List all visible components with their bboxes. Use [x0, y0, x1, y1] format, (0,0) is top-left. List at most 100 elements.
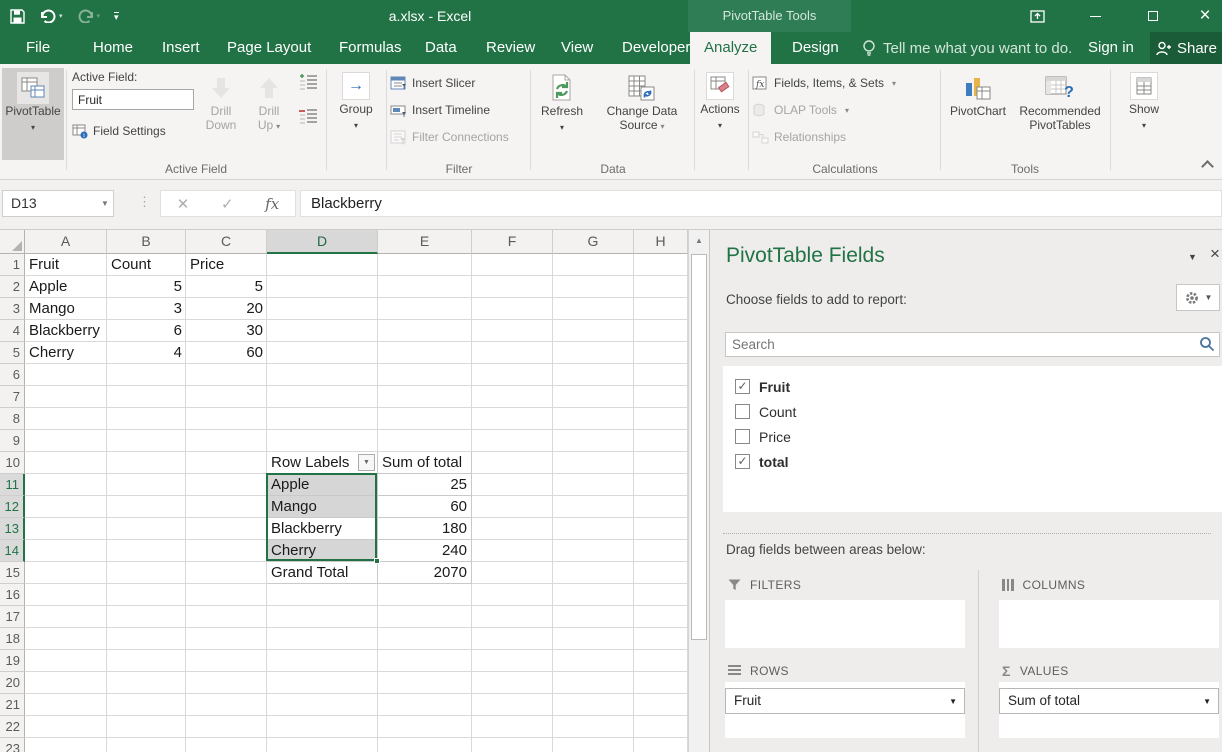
scroll-up-icon[interactable]: ▲	[689, 230, 709, 252]
row-header-13[interactable]: 13	[0, 518, 25, 540]
cell-c3[interactable]: 20	[186, 298, 267, 320]
field-item-fruit[interactable]: ✓Fruit	[723, 374, 1222, 399]
active-field-input[interactable]	[72, 89, 194, 110]
cell-d13[interactable]: Blackberry	[267, 518, 378, 540]
save-icon[interactable]	[10, 9, 25, 24]
cell-d15[interactable]: Grand Total	[267, 562, 378, 584]
column-header-a[interactable]: A	[25, 230, 107, 254]
field-item-count[interactable]: Count	[723, 399, 1222, 424]
pivottable-button[interactable]: PivotTable ▾	[2, 68, 64, 160]
undo-dropdown-icon[interactable]: ▾	[59, 12, 63, 20]
sign-in-button[interactable]: Sign in	[1088, 32, 1134, 64]
cell-c2[interactable]: 5	[186, 276, 267, 298]
column-header-c[interactable]: C	[186, 230, 267, 254]
row-header-21[interactable]: 21	[0, 694, 25, 716]
column-header-e[interactable]: E	[378, 230, 472, 254]
row-header-12[interactable]: 12	[0, 496, 25, 518]
cell-e12[interactable]: 60	[378, 496, 472, 518]
pill-dropdown-icon[interactable]: ▼	[949, 689, 957, 715]
tab-home[interactable]: Home	[79, 32, 147, 64]
row-header-1[interactable]: 1	[0, 254, 25, 276]
row-header-14[interactable]: 14	[0, 540, 25, 562]
checkbox-fruit[interactable]: ✓	[735, 379, 750, 394]
field-settings-button[interactable]: i Field Settings	[72, 120, 166, 142]
cell-e11[interactable]: 25	[378, 474, 472, 496]
cell-a5[interactable]: Cherry	[25, 342, 107, 364]
tab-insert[interactable]: Insert	[148, 32, 214, 64]
tab-design[interactable]: Design	[778, 32, 853, 64]
cell-a1[interactable]: Fruit	[25, 254, 107, 276]
cell-a3[interactable]: Mango	[25, 298, 107, 320]
collapse-ribbon-icon[interactable]	[1203, 162, 1212, 171]
undo-icon[interactable]: ▾	[39, 9, 63, 23]
row-header-4[interactable]: 4	[0, 320, 25, 342]
row-header-17[interactable]: 17	[0, 606, 25, 628]
rows-drop-area[interactable]: Fruit▼	[725, 682, 965, 738]
pane-tools-button[interactable]: ▼	[1176, 284, 1220, 311]
row-header-19[interactable]: 19	[0, 650, 25, 672]
cell-d12[interactable]: Mango	[267, 496, 378, 518]
cell-e14[interactable]: 240	[378, 540, 472, 562]
scrollbar-thumb[interactable]	[691, 254, 707, 640]
cell-d14[interactable]: Cherry	[267, 540, 378, 562]
column-header-f[interactable]: F	[472, 230, 553, 254]
change-data-source-button[interactable]: Change Data Source▾	[594, 68, 690, 160]
insert-function-icon[interactable]: fx	[265, 195, 279, 213]
row-header-15[interactable]: 15	[0, 562, 25, 584]
pane-options-icon[interactable]: ▼	[1188, 252, 1197, 262]
column-header-b[interactable]: B	[107, 230, 186, 254]
column-header-d[interactable]: D	[267, 230, 378, 254]
row-header-8[interactable]: 8	[0, 408, 25, 430]
column-header-h[interactable]: H	[634, 230, 688, 254]
cell-e13[interactable]: 180	[378, 518, 472, 540]
row-header-2[interactable]: 2	[0, 276, 25, 298]
row-header-3[interactable]: 3	[0, 298, 25, 320]
group-button[interactable]: → Group ▾	[330, 68, 382, 160]
cell-c1[interactable]: Price	[186, 254, 267, 276]
rows-area-pill-fruit[interactable]: Fruit▼	[725, 688, 965, 714]
row-header-11[interactable]: 11	[0, 474, 25, 496]
cell-b3[interactable]: 3	[107, 298, 186, 320]
recommended-pivottables-button[interactable]: ? Recommended PivotTables	[1014, 68, 1106, 160]
cell-a4[interactable]: Blackberry	[25, 320, 107, 342]
row-header-10[interactable]: 10	[0, 452, 25, 474]
refresh-button[interactable]: Refresh ▾	[534, 68, 590, 160]
vertical-scrollbar[interactable]: ▲	[688, 230, 709, 752]
maximize-icon[interactable]	[1130, 0, 1176, 32]
cell-c5[interactable]: 60	[186, 342, 267, 364]
sheet-cells[interactable]: FruitCountPriceApple55Mango320Blackberry…	[25, 254, 688, 752]
tab-analyze[interactable]: Analyze	[690, 32, 771, 64]
close-icon[interactable]: ×	[1182, 0, 1222, 32]
insert-timeline-button[interactable]: Insert Timeline	[390, 99, 490, 121]
share-button[interactable]: Share	[1150, 32, 1222, 64]
cell-e15[interactable]: 2070	[378, 562, 472, 584]
columns-drop-area[interactable]	[999, 600, 1219, 648]
cell-b5[interactable]: 4	[107, 342, 186, 364]
checkbox-total[interactable]: ✓	[735, 454, 750, 469]
customize-quick-access-toolbar-icon[interactable]: ▾	[114, 12, 119, 21]
cell-c4[interactable]: 30	[186, 320, 267, 342]
row-header-9[interactable]: 9	[0, 430, 25, 452]
row-header-22[interactable]: 22	[0, 716, 25, 738]
pane-close-icon[interactable]: ×	[1210, 244, 1220, 264]
cell-a2[interactable]: Apple	[25, 276, 107, 298]
tab-view[interactable]: View	[547, 32, 607, 64]
select-all-button[interactable]	[0, 230, 25, 254]
field-item-price[interactable]: Price	[723, 424, 1222, 449]
collapse-field-button[interactable]	[298, 108, 318, 127]
tab-file[interactable]: File	[12, 32, 64, 64]
values-area-pill-sum-of-total[interactable]: Sum of total▼	[999, 688, 1219, 714]
row-header-16[interactable]: 16	[0, 584, 25, 606]
field-item-total[interactable]: ✓total	[723, 449, 1222, 474]
row-header-7[interactable]: 7	[0, 386, 25, 408]
row-header-23[interactable]: 23	[0, 738, 25, 752]
checkbox-count[interactable]	[735, 404, 750, 419]
search-input[interactable]	[726, 333, 1196, 356]
name-box-dropdown-icon[interactable]: ▼	[96, 190, 114, 217]
filters-drop-area[interactable]	[725, 600, 965, 648]
row-labels-filter-icon[interactable]: ▼	[358, 454, 375, 471]
tab-review[interactable]: Review	[472, 32, 549, 64]
checkbox-price[interactable]	[735, 429, 750, 444]
show-button[interactable]: Show ▾	[1114, 68, 1174, 160]
tab-formulas[interactable]: Formulas	[325, 32, 416, 64]
